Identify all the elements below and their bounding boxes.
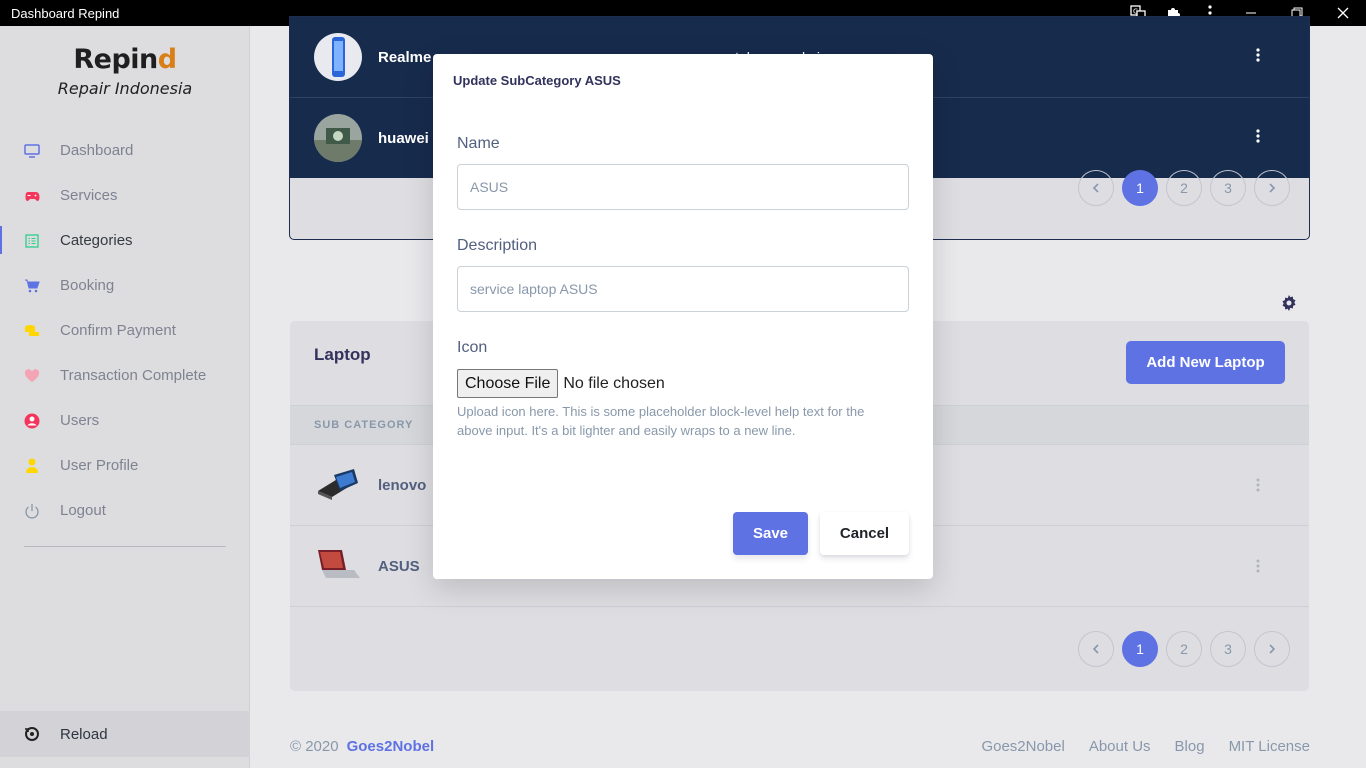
icon-label: Icon xyxy=(457,339,488,356)
choose-file-button[interactable]: Choose File xyxy=(457,369,559,398)
name-label: Name xyxy=(457,135,500,152)
save-button[interactable]: Save xyxy=(733,512,808,555)
name-input[interactable]: ASUS xyxy=(457,164,909,210)
update-subcategory-modal: Update SubCategory ASUS Name ASUS Descri… xyxy=(433,54,933,579)
icon-help-text: Upload icon here. This is some placehold… xyxy=(457,404,865,438)
name-input-placeholder: ASUS xyxy=(470,179,509,195)
description-input-placeholder: service laptop ASUS xyxy=(470,281,598,297)
cancel-button[interactable]: Cancel xyxy=(820,512,909,555)
description-input[interactable]: service laptop ASUS xyxy=(457,266,909,312)
description-label: Description xyxy=(457,237,538,254)
icon-file-input[interactable]: Choose File No file chosen xyxy=(457,369,665,398)
file-status: No file chosen xyxy=(563,374,665,392)
close-button[interactable] xyxy=(1320,0,1366,26)
modal-title: Update SubCategory ASUS xyxy=(453,73,621,88)
